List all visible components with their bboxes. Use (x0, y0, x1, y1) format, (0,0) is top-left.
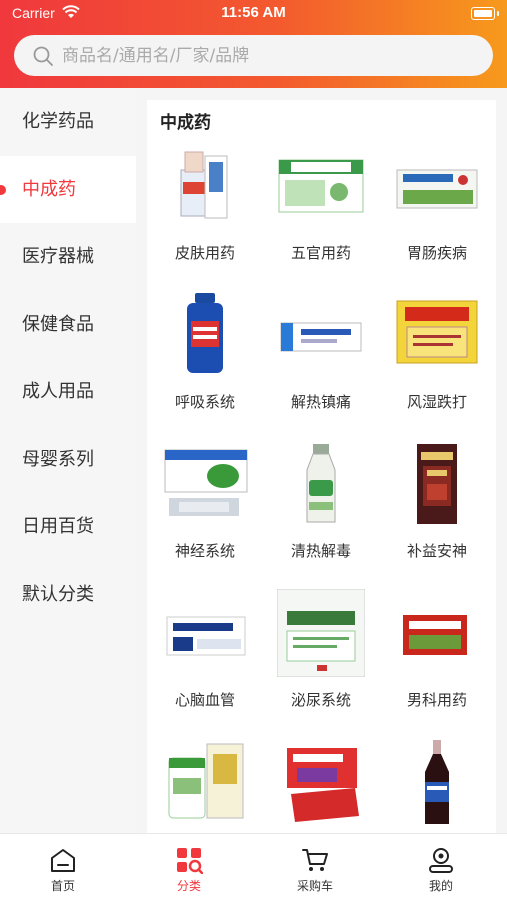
sidebar-item-daily-goods[interactable]: 日用百货 (0, 493, 136, 561)
subcategory-label: 皮肤用药 (174, 244, 235, 262)
subcategory-item[interactable] (263, 738, 379, 833)
subcategory-item[interactable]: 胃肠疾病 (379, 142, 495, 291)
subcategory-item[interactable]: 呼吸系统 (147, 291, 263, 440)
tab-label: 采购车 (296, 879, 333, 893)
subcategory-label: 心脑血管 (174, 691, 235, 709)
subcategory-item[interactable] (379, 738, 495, 833)
cardio-product-icon (161, 589, 249, 677)
tab-label: 首页 (50, 879, 75, 893)
subcategory-item[interactable]: 男科用药 (379, 589, 495, 738)
tab-label: 我的 (428, 879, 453, 893)
active-indicator (0, 184, 6, 195)
nervous-system-product-icon (161, 440, 249, 528)
search-input[interactable] (60, 44, 444, 67)
tab-cart[interactable]: 采购车 (252, 834, 378, 901)
rheumatism-product-icon (393, 291, 481, 379)
subcategory-label: 清热解毒 (290, 542, 351, 560)
subcategory-item[interactable]: 皮肤用药 (147, 142, 263, 291)
status-time: 11:56 AM (221, 4, 286, 21)
tab-home[interactable]: 首页 (0, 834, 126, 901)
sidebar-item-label: 成人用品 (22, 381, 94, 402)
urinary-product-icon (277, 589, 365, 677)
sidebar-item-label: 保健食品 (22, 313, 94, 335)
search-icon (33, 46, 53, 66)
gastro-medicine-product-icon (393, 142, 481, 230)
sidebar-item-medical-devices[interactable]: 医疗器械 (0, 223, 136, 291)
sidebar-item-label: 默认分类 (22, 583, 94, 605)
facial-medicine-product-icon (277, 142, 365, 230)
sidebar-item-maternal-baby[interactable]: 母婴系列 (0, 426, 136, 494)
cart-icon (302, 849, 328, 871)
category-sidebar: 化学药品 中成药 医疗器械 保健食品 成人用品 母婴系列 日用百货 默认分类 (0, 88, 136, 833)
tab-profile[interactable]: 我的 (378, 834, 504, 901)
granule-pack-product-icon (277, 738, 365, 826)
subcategory-item[interactable]: 神经系统 (147, 440, 263, 589)
subcategory-item[interactable]: 补益安神 (379, 440, 495, 589)
sidebar-item-default[interactable]: 默认分类 (0, 561, 136, 629)
tab-label: 分类 (176, 879, 201, 893)
respiratory-medicine-product-icon (161, 291, 249, 379)
subcategory-label: 神经系统 (174, 542, 235, 560)
profile-icon (429, 848, 453, 873)
subcategory-label: 五官用药 (290, 244, 351, 262)
subcategory-label: 风湿跌打 (406, 393, 467, 411)
subcategory-label: 解热镇痛 (290, 393, 351, 411)
sidebar-item-label: 母婴系列 (22, 448, 94, 470)
sidebar-item-label: 日用百货 (22, 516, 94, 537)
subcategory-item[interactable]: 解热镇痛 (263, 291, 379, 440)
detox-product-icon (277, 440, 365, 528)
analgesic-product-icon (277, 291, 365, 379)
sidebar-item-adult-products[interactable]: 成人用品 (0, 358, 136, 426)
capsule-bottle-product-icon (161, 738, 249, 826)
subcategory-label: 呼吸系统 (174, 393, 235, 411)
subcategory-label: 胃肠疾病 (406, 244, 467, 262)
search-bar[interactable] (14, 35, 493, 76)
subcategory-label: 男科用药 (406, 691, 467, 709)
category-icon (177, 848, 203, 874)
subcategory-item[interactable]: 心脑血管 (147, 589, 263, 738)
sidebar-item-health-food[interactable]: 保健食品 (0, 291, 136, 359)
battery-icon (471, 7, 499, 20)
panel-title: 中成药 (160, 113, 211, 133)
sidebar-item-chinese-medicine[interactable]: 中成药 (0, 155, 136, 223)
tab-bar: 首页 分类 采购车 我的 (0, 833, 507, 901)
subcategory-item[interactable]: 五官用药 (263, 142, 379, 291)
status-bar: Carrier 11:56 AM (0, 0, 507, 28)
subcategory-item[interactable]: 清热解毒 (263, 440, 379, 589)
subcategory-item[interactable]: 风湿跌打 (379, 291, 495, 440)
subcategory-label: 补益安神 (406, 542, 467, 560)
subcategory-item[interactable] (147, 738, 263, 833)
sidebar-item-chemical-drugs[interactable]: 化学药品 (0, 88, 136, 156)
andrology-product-icon (393, 589, 481, 677)
tonic-product-icon (393, 440, 481, 528)
home-icon (51, 849, 75, 872)
skin-medicine-product-icon (161, 142, 249, 230)
subcategory-label: 泌尿系统 (290, 691, 351, 709)
sidebar-item-label: 中成药 (22, 178, 76, 200)
header: Carrier 11:56 AM (0, 0, 507, 88)
tab-category[interactable]: 分类 (126, 834, 252, 901)
syrup-bottle-product-icon (393, 738, 481, 826)
subcategory-item[interactable]: 泌尿系统 (263, 589, 379, 738)
sidebar-item-label: 化学药品 (22, 111, 94, 132)
sidebar-item-label: 医疗器械 (22, 246, 94, 267)
subcategory-panel: 中成药 皮肤用药 五官用药 胃肠疾病 呼吸系统 解热镇痛 风湿跌打 神经系统 清… (147, 100, 496, 833)
